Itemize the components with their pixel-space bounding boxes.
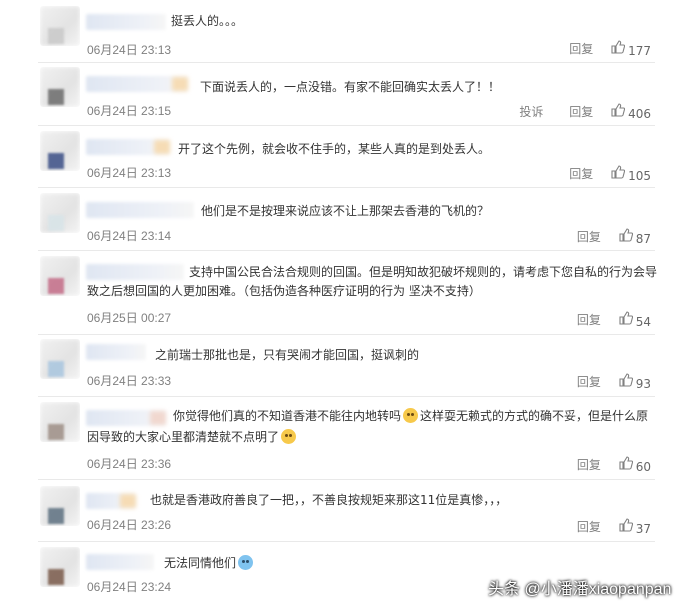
avatar[interactable] xyxy=(40,256,80,296)
divider xyxy=(38,250,655,251)
comment-time: 06月25日 00:27 xyxy=(87,311,172,325)
username[interactable] xyxy=(86,76,188,92)
comment-actions: 回复 177 xyxy=(569,40,651,58)
smile-emoji-icon xyxy=(281,429,297,444)
comment-text: 无法同情他们 xyxy=(164,554,255,573)
reply-button[interactable]: 回复 xyxy=(577,373,601,390)
username[interactable] xyxy=(86,493,136,509)
report-button[interactable]: 投诉 xyxy=(519,103,543,120)
like-count: 93 xyxy=(635,376,651,391)
avatar[interactable] xyxy=(40,131,80,171)
username[interactable] xyxy=(86,202,194,218)
thumbs-up-icon xyxy=(611,165,626,179)
comment-actions: 回复 37 xyxy=(577,518,651,536)
reply-button[interactable]: 回复 xyxy=(569,103,593,120)
like-count: 60 xyxy=(635,459,651,474)
like-count: 54 xyxy=(635,314,651,329)
like-count: 87 xyxy=(635,231,651,246)
thumbs-up-icon xyxy=(611,103,626,117)
comment-time: 06月24日 23:36 xyxy=(87,457,172,471)
thumbs-up-icon xyxy=(619,228,633,242)
reply-button[interactable]: 回复 xyxy=(569,40,593,57)
like-button[interactable]: 406 xyxy=(611,103,651,121)
comment-text: 支持中国公民合法合规则的回国。但是明知故犯破坏规则的，请考虑下您自私的行为会导致… xyxy=(87,265,658,298)
comment-actions: 投诉 回复 406 xyxy=(519,103,651,121)
like-button[interactable]: 105 xyxy=(611,165,651,183)
avatar[interactable] xyxy=(40,402,80,442)
like-button[interactable]: 54 xyxy=(619,311,651,329)
thumbs-up-icon xyxy=(619,456,633,470)
like-count: 37 xyxy=(635,521,651,536)
reply-button[interactable]: 回复 xyxy=(577,311,601,328)
comment-text: 你觉得他们真的不知道香港不能往内地转吗 这样耍无赖式的方式的确不妥，但是什么原 xyxy=(173,407,648,426)
comment-text: 他们是不是按理来说应该不让上那架去香港的飞机的？ xyxy=(201,204,490,218)
avatar[interactable] xyxy=(40,486,80,526)
smile-emoji-icon xyxy=(403,408,419,423)
comment-text-part: 无法同情他们 xyxy=(164,556,237,570)
comment-time: 06月24日 23:14 xyxy=(87,229,172,243)
like-button[interactable]: 87 xyxy=(619,228,651,246)
thumbs-up-icon xyxy=(611,40,626,54)
like-count: 406 xyxy=(628,106,651,121)
divider xyxy=(38,62,655,63)
divider xyxy=(38,396,655,397)
comment-actions: 回复 105 xyxy=(569,165,651,183)
avatar[interactable] xyxy=(40,547,80,587)
comment-text-part: 你觉得他们真的不知道香港不能往内地转吗 xyxy=(173,409,402,423)
avatar[interactable] xyxy=(40,193,80,233)
like-count: 105 xyxy=(628,168,651,183)
divider xyxy=(38,187,655,188)
thumbs-up-icon xyxy=(619,518,633,532)
comment-time: 06月24日 23:33 xyxy=(87,374,172,388)
avatar[interactable] xyxy=(40,339,80,379)
username[interactable] xyxy=(86,344,146,360)
thumbs-up-icon xyxy=(619,311,633,325)
comment-text: 也就是香港政府善良了一把，，不善良按规矩来那这11位是真惨，，， xyxy=(150,493,508,507)
comment-actions: 回复 87 xyxy=(577,228,651,246)
like-button[interactable]: 60 xyxy=(619,456,651,474)
reply-button[interactable]: 回复 xyxy=(577,456,601,473)
divider xyxy=(38,334,655,335)
divider xyxy=(38,479,655,480)
watermark: 头条 @小潘潘xiaopanpan xyxy=(488,581,672,598)
like-count: 177 xyxy=(628,43,651,58)
reply-button[interactable]: 回复 xyxy=(577,518,601,535)
like-button[interactable]: 93 xyxy=(619,373,651,391)
divider xyxy=(38,125,655,126)
comment-actions: 回复 93 xyxy=(577,373,651,391)
comment-text: 挺丢人的。。。 xyxy=(171,14,244,28)
comment-time: 06月24日 23:26 xyxy=(87,518,172,532)
comment-time: 06月24日 23:24 xyxy=(87,580,172,594)
username[interactable] xyxy=(86,14,166,30)
thumbs-up-icon xyxy=(619,373,633,387)
divider xyxy=(38,541,655,542)
comment-actions: 回复 60 xyxy=(577,456,651,474)
comment-text: 之前瑞士那批也是，只有哭闹才能回国，挺讽刺的 xyxy=(155,348,420,362)
like-button[interactable]: 177 xyxy=(611,40,651,58)
comment-text: 因导致的大家心里都清楚就不点明了 xyxy=(87,428,298,447)
username[interactable] xyxy=(86,554,154,570)
comment-time: 06月24日 23:15 xyxy=(87,104,172,118)
comment-text: 开了这个先例，就会收不住手的，某些人真的是到处丢人。 xyxy=(178,142,491,156)
comment-time: 06月24日 23:13 xyxy=(87,166,172,180)
avatar[interactable] xyxy=(40,67,80,107)
comment-text-part: 因导致的大家心里都清楚就不点明了 xyxy=(87,430,280,444)
comment-actions: 回复 54 xyxy=(577,311,651,329)
username[interactable] xyxy=(86,139,170,155)
reply-button[interactable]: 回复 xyxy=(577,228,601,245)
username[interactable] xyxy=(86,410,166,426)
reply-button[interactable]: 回复 xyxy=(569,165,593,182)
comment-text-part: 这样耍无赖式的方式的确不妥，但是什么原 xyxy=(420,409,649,423)
comment-text: 下面说丢人的，一点没错。有家不能回确实太丢人了！！ xyxy=(200,80,501,94)
comment-time: 06月24日 23:13 xyxy=(87,43,172,57)
cold-emoji-icon xyxy=(238,555,254,570)
like-button[interactable]: 37 xyxy=(619,518,651,536)
avatar[interactable] xyxy=(40,6,80,46)
